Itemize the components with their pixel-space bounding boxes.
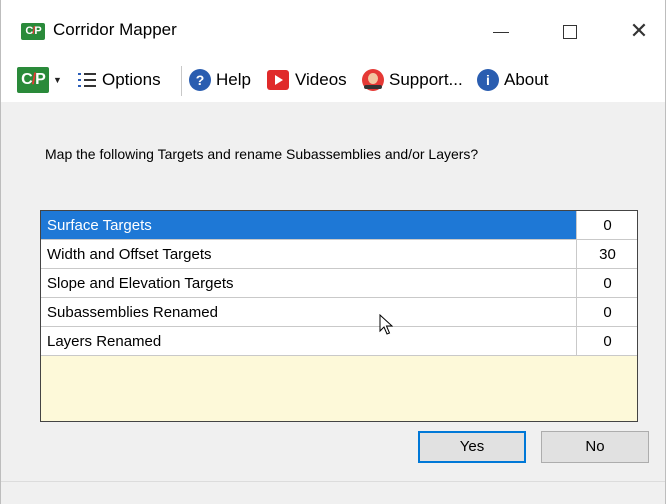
yes-button[interactable]: Yes	[418, 431, 526, 463]
mouse-cursor-icon	[379, 314, 393, 335]
videos-label: Videos	[295, 70, 347, 89]
support-button[interactable]: Support...	[362, 64, 463, 96]
status-bar	[1, 482, 665, 504]
window-title: Corridor Mapper	[53, 20, 177, 39]
minimize-button[interactable]	[478, 14, 524, 50]
about-button[interactable]: i About	[477, 64, 548, 96]
maximize-icon	[563, 25, 577, 39]
no-button[interactable]: No	[541, 431, 649, 463]
cp-logo-icon: C/P	[17, 67, 49, 93]
grid-row[interactable]: Surface Targets 0	[41, 211, 637, 240]
support-agent-icon	[362, 69, 384, 91]
grid-row[interactable]: Width and Offset Targets 30	[41, 240, 637, 269]
cp-menu-button[interactable]: C/P ▼	[17, 64, 62, 96]
help-icon: ?	[189, 69, 211, 91]
toolbar-separator	[181, 66, 182, 96]
chevron-down-icon: ▼	[53, 75, 62, 85]
grid-row[interactable]: Layers Renamed 0	[41, 327, 637, 356]
close-icon: ✕	[629, 19, 649, 44]
row-label[interactable]: Slope and Elevation Targets	[41, 269, 577, 297]
row-label[interactable]: Subassemblies Renamed	[41, 298, 577, 326]
maximize-button[interactable]	[547, 14, 593, 50]
app-logo-icon: C/P	[21, 23, 45, 40]
row-value[interactable]: 0	[578, 269, 637, 297]
toolbar: C/P ▼ Options ? Help Videos Support... i…	[1, 58, 665, 102]
dialog-prompt: Map the following Targets and rename Sub…	[45, 146, 479, 162]
video-play-icon	[267, 70, 289, 90]
help-button[interactable]: ? Help	[189, 64, 251, 96]
corridor-mapper-window: C/P Corridor Mapper ✕ C/P ▼ Options ? He…	[0, 0, 666, 504]
close-button[interactable]: ✕	[616, 14, 662, 50]
title-bar[interactable]: C/P Corridor Mapper ✕	[1, 0, 665, 58]
help-label: Help	[216, 70, 251, 89]
grid-row[interactable]: Slope and Elevation Targets 0	[41, 269, 637, 298]
info-icon: i	[477, 69, 499, 91]
row-value[interactable]: 0	[578, 327, 637, 355]
row-value[interactable]: 0	[578, 211, 637, 239]
grid-row[interactable]: Subassemblies Renamed 0	[41, 298, 637, 327]
videos-button[interactable]: Videos	[267, 64, 347, 96]
options-label: Options	[102, 70, 161, 89]
support-label: Support...	[389, 70, 463, 89]
row-label[interactable]: Width and Offset Targets	[41, 240, 577, 268]
options-button[interactable]: Options	[78, 64, 161, 96]
row-label[interactable]: Layers Renamed	[41, 327, 577, 355]
targets-grid[interactable]: Surface Targets 0 Width and Offset Targe…	[40, 210, 638, 422]
list-icon	[78, 72, 96, 88]
row-label[interactable]: Surface Targets	[41, 211, 577, 239]
row-value[interactable]: 0	[578, 298, 637, 326]
about-label: About	[504, 70, 549, 89]
row-value[interactable]: 30	[578, 240, 637, 268]
minimize-icon	[493, 31, 509, 33]
